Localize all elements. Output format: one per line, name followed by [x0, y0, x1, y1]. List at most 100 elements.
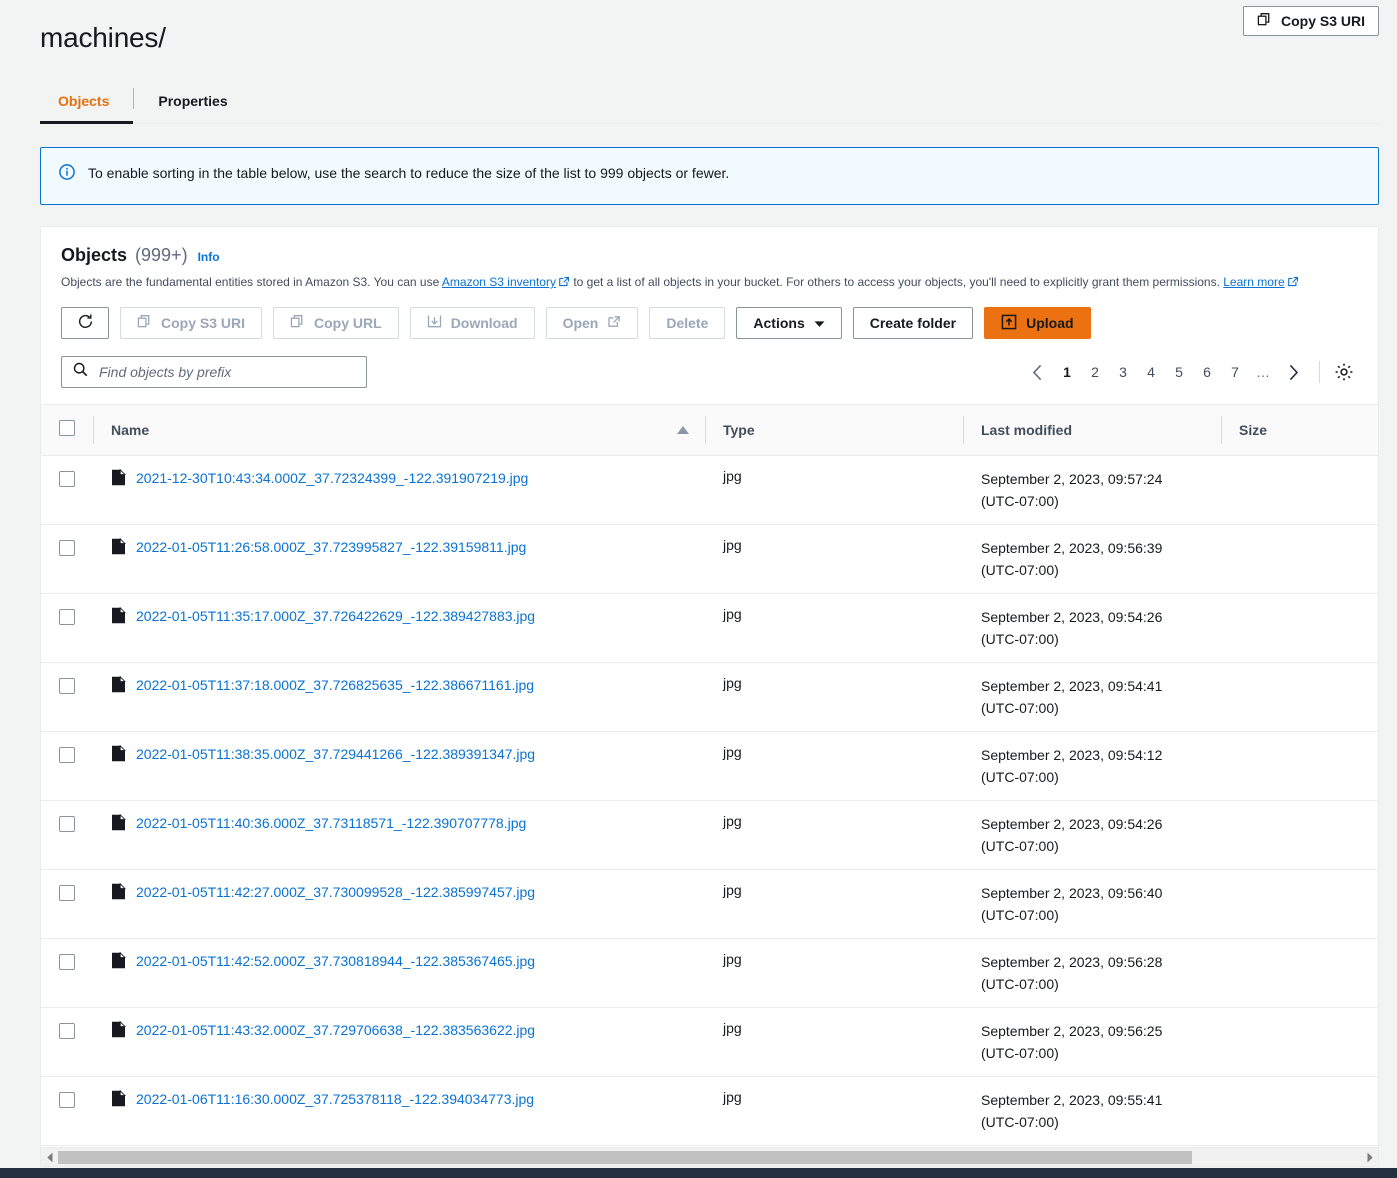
row-modified-timezone: (UTC-07:00) — [981, 1111, 1221, 1133]
download-button[interactable]: Download — [410, 307, 535, 339]
objects-toolbar: Copy S3 URI Copy URL — [61, 307, 1358, 339]
object-name-link[interactable]: 2022-01-05T11:26:58.000Z_37.723995827_-1… — [136, 537, 526, 557]
preferences-gear-icon[interactable] — [1330, 358, 1358, 386]
copy-icon-2 — [137, 314, 152, 332]
row-checkbox[interactable] — [59, 816, 75, 832]
object-name-link[interactable]: 2022-01-05T11:37:18.000Z_37.726825635_-1… — [136, 675, 534, 695]
copy-s3-uri-header-button[interactable]: Copy S3 URI — [1243, 6, 1379, 36]
object-name-link[interactable]: 2022-01-05T11:43:32.000Z_37.729706638_-1… — [136, 1020, 535, 1040]
row-size-cell — [1221, 593, 1379, 662]
row-name-cell: 2022-01-05T11:35:17.000Z_37.726422629_-1… — [93, 593, 705, 662]
object-name-link[interactable]: 2022-01-05T11:40:36.000Z_37.73118571_-12… — [136, 813, 526, 833]
amazon-s3-inventory-link[interactable]: Amazon S3 inventory — [442, 275, 556, 289]
table-row: 2022-01-06T11:16:30.000Z_37.725378118_-1… — [41, 1076, 1379, 1145]
scrollbar-thumb[interactable] — [58, 1151, 1192, 1164]
search-icon — [73, 362, 88, 382]
column-header-size[interactable]: Size — [1221, 405, 1379, 455]
page-button-3[interactable]: 3 — [1109, 357, 1137, 387]
row-size-cell — [1221, 731, 1379, 800]
table-row: 2022-01-05T11:42:52.000Z_37.730818944_-1… — [41, 938, 1379, 1007]
table-row: 2021-12-30T10:43:34.000Z_37.72324399_-12… — [41, 455, 1379, 524]
row-checkbox[interactable] — [59, 747, 75, 763]
table-row: 2022-01-05T11:38:35.000Z_37.729441266_-1… — [41, 731, 1379, 800]
row-last-modified-cell: September 2, 2023, 09:56:40(UTC-07:00) — [963, 869, 1221, 938]
object-name-link[interactable]: 2021-12-30T10:43:34.000Z_37.72324399_-12… — [136, 468, 528, 488]
row-modified-timezone: (UTC-07:00) — [981, 904, 1221, 926]
column-header-name-label: Name — [111, 422, 149, 438]
row-modified-date: September 2, 2023, 09:56:40 — [981, 882, 1221, 904]
row-last-modified-cell: September 2, 2023, 09:56:28(UTC-07:00) — [963, 938, 1221, 1007]
row-modified-date: September 2, 2023, 09:54:12 — [981, 744, 1221, 766]
delete-button[interactable]: Delete — [649, 307, 725, 339]
search-objects-box[interactable] — [61, 356, 367, 388]
open-button[interactable]: Open — [546, 307, 639, 339]
column-header-type[interactable]: Type — [705, 405, 963, 455]
objects-title-row: Objects (999+) Info — [61, 245, 1358, 266]
learn-more-link[interactable]: Learn more — [1223, 275, 1284, 289]
copy-icon-3 — [290, 314, 305, 332]
table-row: 2022-01-05T11:37:18.000Z_37.726825635_-1… — [41, 662, 1379, 731]
tab-objects[interactable]: Objects — [40, 78, 133, 123]
file-icon — [111, 676, 126, 696]
row-type-cell: jpg — [705, 800, 963, 869]
row-modified-timezone: (UTC-07:00) — [981, 697, 1221, 719]
scroll-left-arrow-icon[interactable] — [41, 1149, 58, 1166]
open-button-label: Open — [563, 315, 599, 331]
page-button-4[interactable]: 4 — [1137, 357, 1165, 387]
file-icon — [111, 814, 126, 834]
column-header-last-modified[interactable]: Last modified — [963, 405, 1221, 455]
row-select-cell — [41, 593, 93, 662]
row-type-cell: jpg — [705, 593, 963, 662]
search-input[interactable] — [97, 363, 355, 381]
page-button-7[interactable]: 7 — [1221, 357, 1249, 387]
row-checkbox[interactable] — [59, 885, 75, 901]
tab-properties[interactable]: Properties — [134, 78, 251, 123]
select-all-checkbox[interactable] — [59, 420, 75, 436]
external-link-icon-2 — [1287, 275, 1299, 293]
horizontal-scrollbar[interactable] — [41, 1147, 1378, 1166]
previous-page-button[interactable] — [1021, 357, 1053, 387]
row-checkbox[interactable] — [59, 1092, 75, 1108]
actions-button[interactable]: Actions — [736, 307, 841, 339]
row-checkbox[interactable] — [59, 678, 75, 694]
objects-table-wrap: Name Type Last modified — [41, 404, 1378, 1167]
row-checkbox[interactable] — [59, 540, 75, 556]
row-checkbox[interactable] — [59, 1023, 75, 1039]
refresh-button[interactable] — [61, 307, 109, 339]
object-name-link[interactable]: 2022-01-05T11:35:17.000Z_37.726422629_-1… — [136, 606, 535, 626]
objects-table-body: 2021-12-30T10:43:34.000Z_37.72324399_-12… — [41, 455, 1379, 1167]
objects-info-link[interactable]: Info — [198, 250, 220, 264]
scroll-right-arrow-icon[interactable] — [1361, 1149, 1378, 1166]
objects-table: Name Type Last modified — [41, 405, 1379, 1167]
copy-url-button[interactable]: Copy URL — [273, 307, 399, 339]
upload-button[interactable]: Upload — [984, 307, 1090, 339]
copy-s3-uri-button-label: Copy S3 URI — [161, 315, 245, 331]
download-icon — [427, 314, 442, 333]
row-checkbox[interactable] — [59, 609, 75, 625]
tab-properties-label: Properties — [158, 93, 227, 109]
object-name-link[interactable]: 2022-01-06T11:16:30.000Z_37.725378118_-1… — [136, 1089, 534, 1109]
object-name-link[interactable]: 2022-01-05T11:38:35.000Z_37.729441266_-1… — [136, 744, 535, 764]
row-checkbox[interactable] — [59, 471, 75, 487]
page-button-6[interactable]: 6 — [1193, 357, 1221, 387]
page-button-5[interactable]: 5 — [1165, 357, 1193, 387]
page-button-1[interactable]: 1 — [1053, 357, 1081, 387]
object-name-link[interactable]: 2022-01-05T11:42:52.000Z_37.730818944_-1… — [136, 951, 535, 971]
objects-panel: Objects (999+) Info Objects are the fund… — [40, 226, 1379, 1167]
object-name-link[interactable]: 2022-01-05T11:42:27.000Z_37.730099528_-1… — [136, 882, 535, 902]
next-page-button[interactable] — [1277, 357, 1309, 387]
page-button-2[interactable]: 2 — [1081, 357, 1109, 387]
column-header-name[interactable]: Name — [93, 405, 705, 455]
create-folder-button[interactable]: Create folder — [853, 307, 973, 339]
row-modified-timezone: (UTC-07:00) — [981, 490, 1221, 512]
row-select-cell — [41, 731, 93, 800]
row-modified-timezone: (UTC-07:00) — [981, 766, 1221, 788]
row-checkbox[interactable] — [59, 954, 75, 970]
scrollbar-track[interactable] — [58, 1151, 1361, 1164]
row-last-modified-cell: September 2, 2023, 09:54:26(UTC-07:00) — [963, 593, 1221, 662]
copy-s3-uri-button[interactable]: Copy S3 URI — [120, 307, 262, 339]
column-header-type-label: Type — [723, 422, 755, 438]
row-type-cell: jpg — [705, 731, 963, 800]
create-folder-button-label: Create folder — [870, 315, 956, 331]
row-last-modified-cell: September 2, 2023, 09:56:39(UTC-07:00) — [963, 524, 1221, 593]
